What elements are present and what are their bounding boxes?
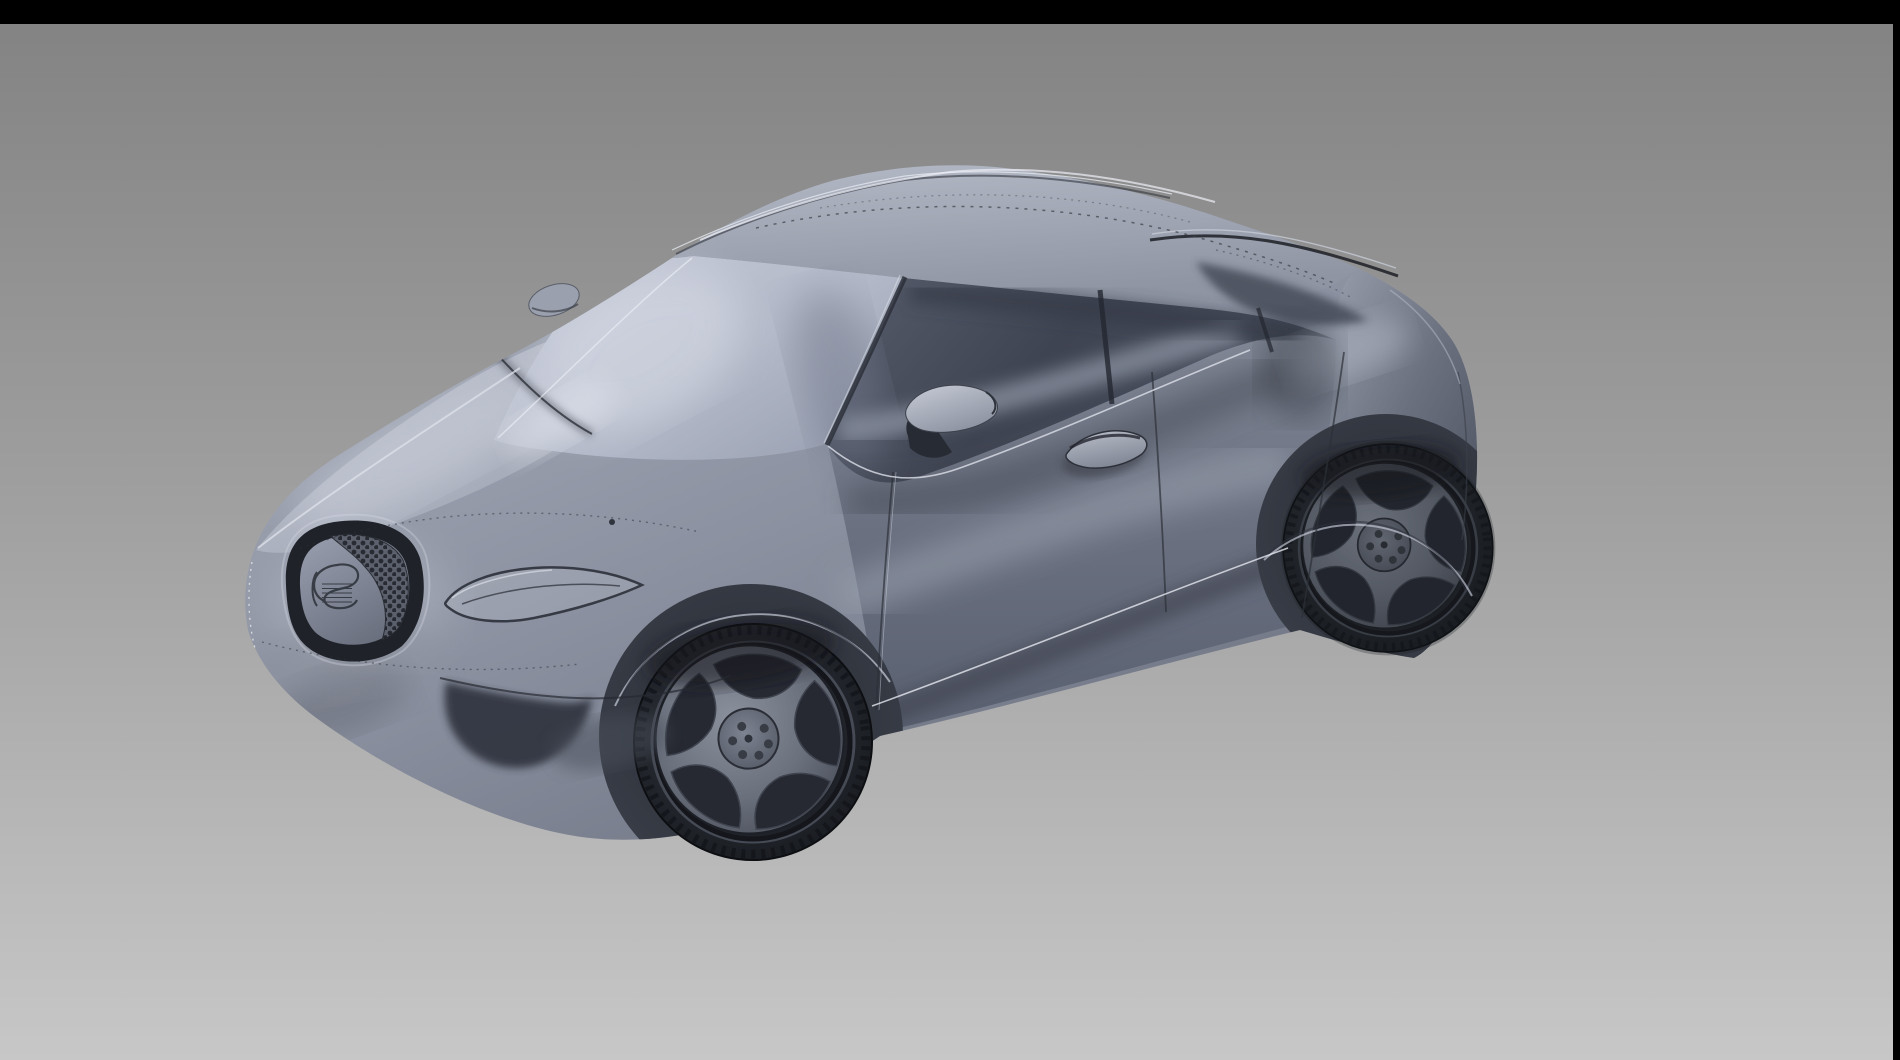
- render-viewport[interactable]: [0, 0, 1900, 1060]
- letterbox-right-bar: [1893, 0, 1900, 1060]
- letterbox-top-bar: [0, 0, 1900, 24]
- far-side-mirror: [525, 278, 584, 323]
- car: [245, 165, 1516, 888]
- car-render: [0, 0, 1900, 1060]
